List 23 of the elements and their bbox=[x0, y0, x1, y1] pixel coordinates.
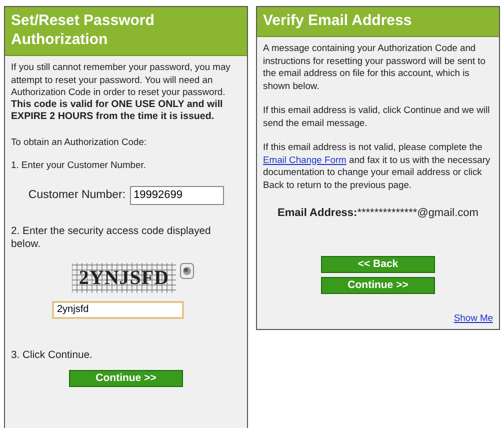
panel-title: Verify Email Address bbox=[257, 7, 499, 37]
warning-text: This code is valid for ONE USE ONLY and will EXPIRE 2 HOURS from the time it is issued. bbox=[11, 98, 224, 124]
step-text: 3. Click Continue. bbox=[11, 348, 94, 362]
instruction-text: To obtain an Authorization Code: bbox=[11, 136, 148, 148]
show-me-link[interactable]: Show Me bbox=[454, 312, 493, 324]
step-text: 1. Enter your Customer Number. bbox=[11, 159, 147, 172]
customer-number-field[interactable]: 19992699 bbox=[130, 186, 224, 204]
email-value: **************@gmail.com bbox=[357, 207, 478, 220]
captcha-field[interactable]: 2ynjsfd bbox=[52, 300, 184, 318]
message-text: If this email address is valid, click Continue and we will send the email message. bbox=[263, 104, 491, 129]
back-button[interactable]: << Back bbox=[321, 256, 435, 272]
message-text: If this email address is not valid, please complete the Email Change Form and fax it to us with the necessary documentation to change your email address or click Back to return to the previous page. bbox=[263, 141, 492, 191]
field-label: Customer Number: bbox=[28, 188, 126, 202]
step-text: 2. Enter the security access code displayed below. bbox=[11, 224, 212, 250]
panel-title: Set/Reset Password Authorization bbox=[5, 7, 247, 56]
email-change-form-link[interactable]: Email Change Form bbox=[263, 154, 346, 164]
speaker-icon[interactable] bbox=[180, 262, 194, 278]
continue-button[interactable]: Continue >> bbox=[321, 276, 435, 294]
intro-text: If you still cannot remember your password, you may attempt to reset your password. You will need an Authorization Code in order to reset your password. bbox=[11, 61, 232, 98]
continue-button[interactable]: Continue >> bbox=[69, 370, 183, 386]
field-label: Email Address: bbox=[278, 207, 358, 220]
message-text: A message containing your Authorization Code and instructions for resetting your password will be sent to the email address on file for this account, which is shown below. bbox=[263, 42, 486, 92]
captcha-image: 2YNJSFD bbox=[72, 262, 176, 292]
